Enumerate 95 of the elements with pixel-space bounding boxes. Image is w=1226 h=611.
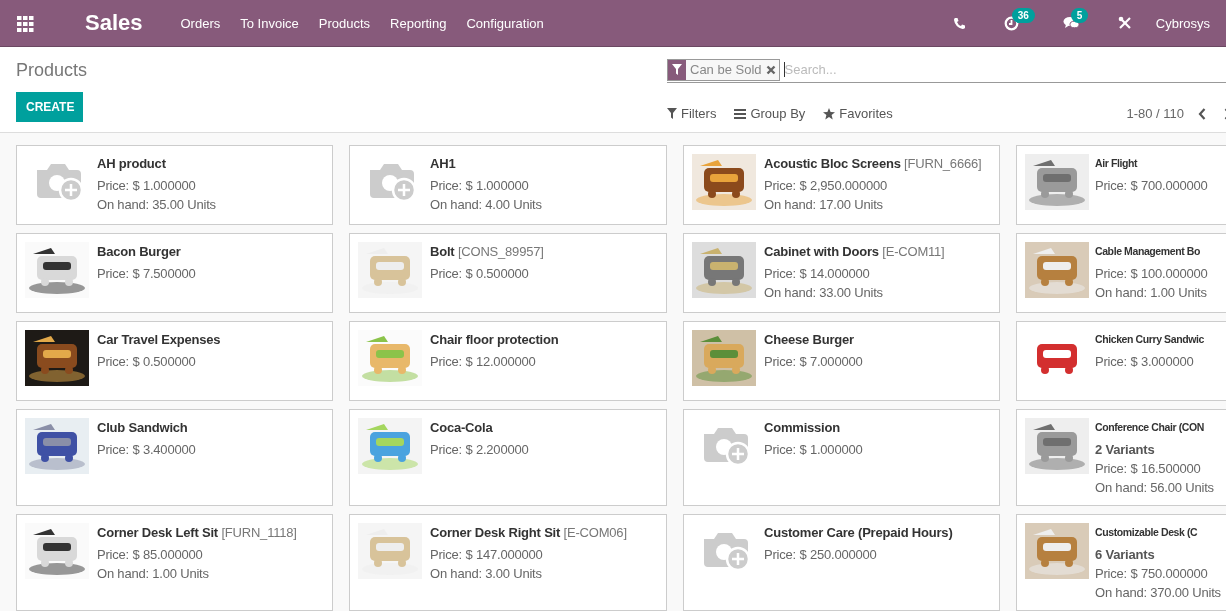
product-card[interactable]: Air Flight Price: $ 700.000000 [1016, 145, 1226, 225]
menu-item[interactable]: Configuration [466, 15, 544, 31]
remove-icon[interactable] [765, 64, 776, 75]
product-card[interactable]: Bolt [CONS_89957] Price: $ 0.500000 [349, 233, 667, 313]
product-card[interactable]: Bacon Burger Price: $ 7.500000 [16, 233, 333, 313]
product-name: Corner Desk Left Sit [FURN_1118] [97, 524, 298, 542]
menu-item[interactable]: To Invoice [240, 15, 299, 31]
filters-dropdown[interactable]: Filters [667, 106, 717, 121]
product-name: Cheese Burger [764, 331, 855, 349]
product-price: Price: $ 2.200000 [430, 441, 530, 459]
variant-count: 2 Variants [1095, 441, 1156, 459]
product-price: Price: $ 3.400000 [97, 441, 197, 459]
product-card[interactable]: Coca-Cola Price: $ 2.200000 [349, 409, 667, 506]
product-card[interactable]: Commission Price: $ 1.000000 [683, 409, 1000, 506]
product-price: Price: $ 14.000000 [764, 265, 871, 283]
previous-icon[interactable] [1198, 107, 1206, 120]
product-name: Coca-Cola [430, 419, 494, 437]
tools-icon[interactable] [1117, 16, 1132, 30]
product-price: Price: $ 700.000000 [1095, 177, 1209, 195]
filter-icon [672, 64, 682, 75]
apps-menu-icon[interactable] [16, 14, 34, 32]
stock-quantity: On hand: 56.00 Units [1095, 479, 1215, 497]
menu-item[interactable]: Orders [180, 15, 221, 31]
product-name: Commission [764, 419, 841, 437]
product-card[interactable]: Acoustic Bloc Screens [FURN_6666] Price: $ 2,950.000000 On hand: 17.00 Units [683, 145, 1000, 225]
stock-quantity: On hand: 370.00 Units [1095, 584, 1222, 602]
product-card[interactable]: Chair floor protection Price: $ 12.000000 [349, 321, 667, 401]
product-card[interactable]: Cabinet with Doors [E-COM11] Price: $ 14.000000 On hand: 33.00 Units [683, 233, 1000, 313]
product-card[interactable]: AH1 Price: $ 1.000000 On hand: 4.00 Units [349, 145, 667, 225]
product-price: Price: $ 1.000000 [97, 177, 197, 195]
product-price: Price: $ 0.500000 [97, 353, 197, 371]
product-price: Price: $ 0.500000 [430, 265, 530, 283]
product-price: Price: $ 750.000000 [1095, 565, 1209, 583]
message-count-badge: 5 [1070, 8, 1089, 23]
menu-item[interactable]: Products [318, 15, 371, 31]
product-price: Price: $ 85.000000 [97, 546, 204, 564]
product-price: Price: $ 1.000000 [764, 441, 864, 459]
group-by-dropdown[interactable]: Group By [734, 106, 806, 121]
product-price: Price: $ 147.000000 [430, 546, 544, 564]
clock-icon[interactable] [1003, 15, 1019, 31]
phone-icon[interactable] [952, 16, 966, 30]
product-name: Bolt [CONS_89957] [430, 243, 545, 261]
product-price: Price: $ 100.000000 [1095, 265, 1209, 283]
star-icon [823, 107, 836, 120]
stock-quantity: On hand: 33.00 Units [764, 284, 884, 302]
stock-quantity: On hand: 4.00 Units [430, 196, 543, 214]
product-card[interactable]: Corner Desk Right Sit [E-COM06] Price: $ 147.000000 On hand: 3.00 Units [349, 514, 667, 611]
product-price: Price: $ 16.500000 [1095, 460, 1202, 478]
product-card[interactable]: Customer Care (Prepaid Hours) Price: $ 250.000000 [683, 514, 1000, 611]
product-card[interactable]: Chicken Curry Sandwic Price: $ 3.000000 [1016, 321, 1226, 401]
product-name: Club Sandwich [97, 419, 189, 437]
app-name: Sales [85, 10, 143, 36]
product-name: Customer Care (Prepaid Hours) [764, 524, 954, 542]
product-name: AH1 [430, 155, 457, 173]
product-card[interactable]: Car Travel Expenses Price: $ 0.500000 [16, 321, 333, 401]
product-card[interactable]: Corner Desk Left Sit [FURN_1118] Price: $ 85.000000 On hand: 1.00 Units [16, 514, 333, 611]
product-price: Price: $ 3.000000 [1095, 353, 1195, 371]
product-name: Acoustic Bloc Screens [FURN_6666] [764, 155, 983, 173]
stock-quantity: On hand: 1.00 Units [97, 565, 210, 583]
product-name: Conference Chair (CON [1095, 420, 1205, 435]
product-name: Corner Desk Right Sit [E-COM06] [430, 524, 628, 542]
list-icon [734, 108, 747, 119]
product-card[interactable]: AH product Price: $ 1.000000 On hand: 35.00 Units [16, 145, 333, 225]
product-price: Price: $ 7.500000 [97, 265, 197, 283]
product-price: Price: $ 7.000000 [764, 353, 864, 371]
product-price: Price: $ 250.000000 [764, 546, 878, 564]
product-price: Price: $ 12.000000 [430, 353, 537, 371]
user-menu[interactable]: Cybrosys [1155, 15, 1210, 31]
filter-icon [667, 108, 677, 119]
pager-value: 1-80 / 110 [1126, 106, 1184, 121]
stock-quantity: On hand: 1.00 Units [1095, 284, 1208, 302]
product-price: Price: $ 2,950.000000 [764, 177, 888, 195]
product-name: AH product [97, 155, 167, 173]
favorites-dropdown[interactable]: Favorites [823, 106, 893, 121]
product-name: Customizable Desk (C [1095, 525, 1199, 540]
product-card[interactable]: Cheese Burger Price: $ 7.000000 [683, 321, 1000, 401]
product-name: Bacon Burger [97, 243, 182, 261]
breadcrumb: Products [16, 60, 88, 80]
product-card[interactable]: Cable Management Bo Price: $ 100.000000 On hand: 1.00 Units [1016, 233, 1226, 313]
menu-item[interactable]: Reporting [390, 15, 447, 31]
stock-quantity: On hand: 17.00 Units [764, 196, 884, 214]
product-name: Car Travel Expenses [97, 331, 222, 349]
product-card[interactable]: Customizable Desk (C 6 Variants Price: $ 750.000000 On hand: 370.00 Units [1016, 514, 1226, 611]
product-name: Cabinet with Doors [E-COM11] [764, 243, 946, 261]
product-name: Air Flight [1095, 156, 1139, 171]
stock-quantity: On hand: 35.00 Units [97, 196, 217, 214]
product-price: Price: $ 1.000000 [430, 177, 530, 195]
activity-count-badge: 36 [1011, 7, 1035, 23]
variant-count: 6 Variants [1095, 546, 1156, 564]
product-card[interactable]: Conference Chair (CON 2 Variants Price: $ 16.500000 On hand: 56.00 Units [1016, 409, 1226, 506]
product-name: Chicken Curry Sandwic [1095, 332, 1205, 347]
product-name: Cable Management Bo [1095, 244, 1201, 259]
stock-quantity: On hand: 3.00 Units [430, 565, 543, 583]
product-name: Chair floor protection [430, 331, 560, 349]
product-card[interactable]: Club Sandwich Price: $ 3.400000 [16, 409, 333, 506]
